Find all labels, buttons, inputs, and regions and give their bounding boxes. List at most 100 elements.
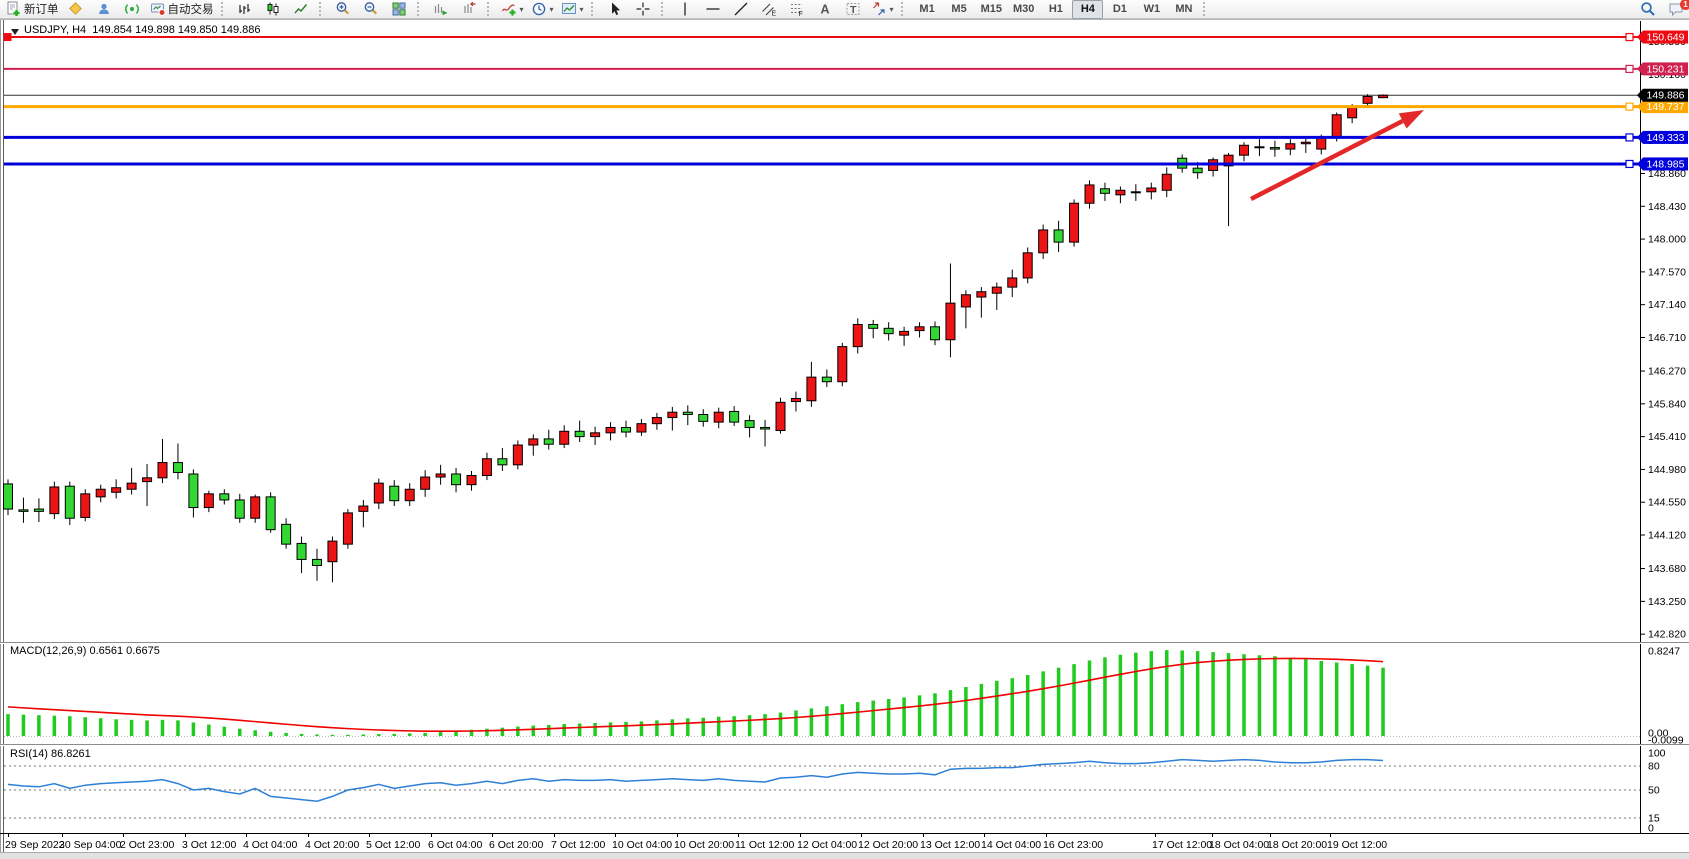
candlestick-chart-icon (265, 1, 281, 17)
chevron-down-icon: ▾ (580, 5, 584, 14)
timeframe-w1-button[interactable]: W1 (1136, 0, 1167, 19)
vertical-line-button[interactable] (672, 0, 699, 19)
price-label: 149.886 (1637, 89, 1688, 102)
chart-title: USDJPY, H4 149.854 149.898 149.850 149.8… (24, 24, 260, 36)
timeframe-m30-button[interactable]: M30 (1008, 0, 1039, 19)
crosshair-button[interactable] (630, 0, 657, 19)
metaeditor-button[interactable] (63, 0, 90, 19)
line-chart-button[interactable] (288, 0, 315, 19)
chart-shift-button[interactable] (456, 0, 483, 19)
equidistant-channel-button[interactable]: E (756, 0, 783, 19)
price-label: 150.649 (1637, 31, 1688, 44)
line-handle[interactable] (1626, 34, 1633, 41)
svg-text:18 Oct 04:00: 18 Oct 04:00 (1209, 839, 1269, 851)
line-handle[interactable] (1626, 134, 1633, 141)
svg-text:145.840: 145.840 (1648, 398, 1686, 410)
svg-text:13 Oct 12:00: 13 Oct 12:00 (920, 839, 980, 851)
trendline-icon (733, 1, 749, 17)
toolbar-separator (1203, 2, 1210, 16)
chat-button[interactable]: 1 (1662, 0, 1689, 19)
svg-text:30 Sep 04:00: 30 Sep 04:00 (59, 839, 122, 851)
templates-icon (561, 1, 577, 17)
svg-text:149.333: 149.333 (1647, 132, 1685, 144)
price-label: 149.737 (1637, 100, 1688, 113)
text-button[interactable]: A (812, 0, 839, 19)
text-label-button[interactable]: T (840, 0, 867, 19)
svg-text:10 Oct 20:00: 10 Oct 20:00 (674, 839, 734, 851)
indicators-button[interactable]: ▾ (498, 0, 527, 19)
price-label: 148.985 (1637, 157, 1688, 170)
svg-text:14 Oct 04:00: 14 Oct 04:00 (981, 839, 1041, 851)
tile-windows-button[interactable] (386, 0, 413, 19)
timeframe-h4-button[interactable]: H4 (1072, 0, 1103, 19)
svg-text:7 Oct 12:00: 7 Oct 12:00 (551, 839, 605, 851)
cursor-button[interactable] (602, 0, 629, 19)
timeframe-m15-button[interactable]: M15 (976, 0, 1007, 19)
signals-button[interactable] (119, 0, 146, 19)
chevron-down-icon: ▾ (890, 5, 894, 14)
chart-menu-icon[interactable] (11, 29, 19, 35)
svg-text:145.410: 145.410 (1648, 431, 1686, 443)
text-label-icon: T (845, 1, 861, 17)
auto-scroll-button[interactable] (428, 0, 455, 19)
chart-background (0, 19, 1689, 859)
svg-text:29 Sep 2022: 29 Sep 2022 (5, 839, 65, 851)
svg-text:18 Oct 20:00: 18 Oct 20:00 (1267, 839, 1327, 851)
svg-text:6 Oct 04:00: 6 Oct 04:00 (428, 839, 482, 851)
periods-icon (531, 1, 547, 17)
line-handle[interactable] (1626, 65, 1633, 72)
svg-text:148.985: 148.985 (1647, 158, 1685, 170)
chart-canvas[interactable]: 150.590150.160149.740149.290148.860148.4… (0, 0, 1689, 859)
timeframe-h1-button[interactable]: H1 (1040, 0, 1071, 19)
autotrading-button[interactable]: 自动交易 (147, 0, 217, 19)
zoom-in-button[interactable] (330, 0, 357, 19)
svg-text:0.8247: 0.8247 (1648, 646, 1680, 658)
horizontal-line-button[interactable] (700, 0, 727, 19)
svg-text:17 Oct 12:00: 17 Oct 12:00 (1152, 839, 1212, 851)
periods-button[interactable]: ▾ (528, 0, 557, 19)
fibonacci-button[interactable]: F (784, 0, 811, 19)
svg-text:146.710: 146.710 (1648, 332, 1686, 344)
svg-text:149.886: 149.886 (1647, 90, 1685, 102)
svg-text:147.140: 147.140 (1648, 299, 1686, 311)
svg-text:50: 50 (1648, 785, 1660, 797)
timeframe-mn-button[interactable]: MN (1168, 0, 1199, 19)
timeframe-d1-button[interactable]: D1 (1104, 0, 1135, 19)
search-button[interactable] (1634, 0, 1661, 19)
svg-text:T: T (850, 4, 857, 16)
line-handle[interactable] (1626, 103, 1633, 110)
svg-text:149.737: 149.737 (1647, 101, 1685, 113)
templates-button[interactable]: ▾ (558, 0, 587, 19)
svg-text:143.680: 143.680 (1648, 563, 1686, 575)
trendline-button[interactable] (728, 0, 755, 19)
line-handle[interactable] (1626, 160, 1633, 167)
arrows-button[interactable]: ▾ (868, 0, 897, 19)
svg-text:143.250: 143.250 (1648, 596, 1686, 608)
zoom-out-button[interactable] (358, 0, 385, 19)
horizontal-line-icon (705, 1, 721, 17)
timeframe-m5-button[interactable]: M5 (944, 0, 975, 19)
community-button[interactable] (91, 0, 118, 19)
bar-chart-icon (237, 1, 253, 17)
bar-chart-button[interactable] (232, 0, 259, 19)
line-handle[interactable] (4, 34, 11, 41)
timeframe-m1-button[interactable]: M1 (912, 0, 943, 19)
svg-text:0: 0 (1648, 823, 1654, 835)
svg-text:5 Oct 12:00: 5 Oct 12:00 (366, 839, 420, 851)
new-order-button[interactable]: 新订单 (3, 0, 62, 19)
svg-text:19 Oct 12:00: 19 Oct 12:00 (1327, 839, 1387, 851)
chevron-down-icon: ▾ (550, 5, 554, 14)
rsi-indicator-label: RSI(14) 86.8261 (10, 748, 91, 760)
svg-text:80: 80 (1648, 761, 1660, 773)
autotrading-label: 自动交易 (168, 1, 214, 17)
signals-icon (124, 1, 140, 17)
svg-text:E: E (772, 11, 777, 18)
svg-text:-0.0099: -0.0099 (1648, 735, 1684, 747)
search-icon (1640, 1, 1656, 17)
candlestick-chart-button[interactable] (260, 0, 287, 19)
svg-text:4 Oct 20:00: 4 Oct 20:00 (305, 839, 359, 851)
svg-text:144.980: 144.980 (1648, 464, 1686, 476)
svg-text:2 Oct 23:00: 2 Oct 23:00 (120, 839, 174, 851)
price-label: 149.333 (1637, 131, 1688, 144)
svg-text:16 Oct 23:00: 16 Oct 23:00 (1043, 839, 1103, 851)
